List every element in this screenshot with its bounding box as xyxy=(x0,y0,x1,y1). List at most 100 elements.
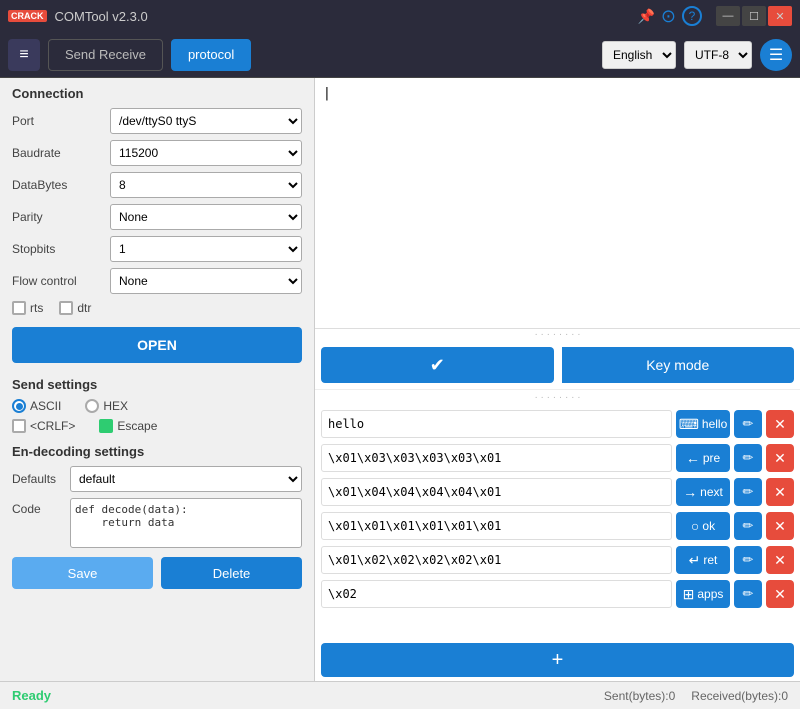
parity-row: Parity None xyxy=(0,201,314,233)
crlf-escape-row: <CRLF> Escape xyxy=(0,416,314,436)
shortcut-label-btn-ret[interactable]: ↵ret xyxy=(676,546,730,574)
shortcut-edit-button[interactable]: ✏ xyxy=(734,580,762,608)
maximize-button[interactable]: ☐ xyxy=(742,6,766,26)
tab-send-receive[interactable]: Send Receive xyxy=(48,39,163,71)
shortcut-input[interactable] xyxy=(321,478,672,506)
send-settings-section: Send settings ASCII HEX <CRLF> E xyxy=(0,371,314,436)
shortcut-edit-button[interactable]: ✏ xyxy=(734,546,762,574)
shortcut-label-btn-next[interactable]: →next xyxy=(676,478,730,506)
escape-radio-label[interactable]: Escape xyxy=(99,419,157,433)
shortcut-input[interactable] xyxy=(321,512,672,540)
language-select[interactable]: English 中文 xyxy=(602,41,676,69)
crlf-checkbox[interactable] xyxy=(12,419,26,433)
add-shortcut-button[interactable]: + xyxy=(321,643,794,677)
shortcut-label-btn-apps[interactable]: ⊞apps xyxy=(676,580,730,608)
right-panel: | · · · · · · · · ✔ Key mode · · · · · ·… xyxy=(315,78,800,681)
minimize-button[interactable]: — xyxy=(716,6,740,26)
shortcut-edit-button[interactable]: ✏ xyxy=(734,512,762,540)
dtr-checkbox-label[interactable]: dtr xyxy=(59,301,91,315)
port-select[interactable]: /dev/ttyS0 ttyS xyxy=(110,108,302,134)
shortcut-input[interactable] xyxy=(321,444,672,472)
action-row: ✔ Key mode xyxy=(315,341,800,390)
shortcut-delete-button[interactable]: ✕ xyxy=(766,478,794,506)
divider-dots-top: · · · · · · · · xyxy=(315,329,800,341)
encoding-select[interactable]: UTF-8 GBK ASCII xyxy=(684,41,752,69)
help-icon[interactable]: ? xyxy=(682,6,702,26)
code-textarea[interactable]: def decode(data): return data xyxy=(70,498,302,548)
shortcut-delete-button[interactable]: ✕ xyxy=(766,580,794,608)
hex-radio-label[interactable]: HEX xyxy=(85,399,128,413)
shortcut-row: ○ok✏✕ xyxy=(321,509,794,543)
divider-dots-bottom: · · · · · · · · xyxy=(315,390,800,405)
shortcut-edit-button[interactable]: ✏ xyxy=(734,478,762,506)
shortcut-input[interactable] xyxy=(321,410,672,438)
shortcut-label-btn-hello[interactable]: ⌨hello xyxy=(676,410,730,438)
shortcut-input[interactable] xyxy=(321,546,672,574)
save-button[interactable]: Save xyxy=(12,557,153,589)
status-received: Received(bytes):0 xyxy=(691,689,788,703)
parity-label: Parity xyxy=(12,210,102,224)
endecode-section-title: En-decoding settings xyxy=(0,436,314,463)
receive-textarea[interactable]: | xyxy=(315,78,800,329)
left-panel: Connection Port /dev/ttyS0 ttyS Baudrate… xyxy=(0,78,315,681)
shortcut-delete-button[interactable]: ✕ xyxy=(766,546,794,574)
rts-checkbox[interactable] xyxy=(12,301,26,315)
databytes-select[interactable]: 8 xyxy=(110,172,302,198)
defaults-select[interactable]: default xyxy=(70,466,302,492)
titlebar-icons: 📌 ⊙ ? xyxy=(637,6,702,27)
status-sent: Sent(bytes):0 xyxy=(604,689,675,703)
send-settings-title: Send settings xyxy=(0,371,314,396)
shortcut-edit-button[interactable]: ✏ xyxy=(734,444,762,472)
statusbar: Ready Sent(bytes):0 Received(bytes):0 xyxy=(0,681,800,709)
rts-label: rts xyxy=(30,301,43,315)
shortcut-label-btn-pre[interactable]: ←pre xyxy=(676,444,730,472)
delete-button[interactable]: Delete xyxy=(161,557,302,589)
settings-button[interactable]: ☰ xyxy=(760,39,792,71)
ascii-radio-label[interactable]: ASCII xyxy=(12,399,61,413)
ascii-radio[interactable] xyxy=(12,399,26,413)
shortcut-delete-button[interactable]: ✕ xyxy=(766,410,794,438)
shortcut-edit-button[interactable]: ✏ xyxy=(734,410,762,438)
menu-button[interactable]: ≡ xyxy=(8,39,40,71)
dtr-checkbox[interactable] xyxy=(59,301,73,315)
titlebar: CRACK COMTool v2.3.0 📌 ⊙ ? — ☐ ✕ xyxy=(0,0,800,32)
crlf-radio-label[interactable]: <CRLF> xyxy=(12,419,75,433)
open-button[interactable]: OPEN xyxy=(12,327,302,363)
port-row: Port /dev/ttyS0 ttyS xyxy=(0,105,314,137)
github-icon[interactable]: ⊙ xyxy=(661,6,676,27)
shortcut-row: ⊞apps✏✕ xyxy=(321,577,794,611)
escape-label: Escape xyxy=(117,419,157,433)
pin-icon[interactable]: 📌 xyxy=(637,8,654,25)
flow-select[interactable]: None xyxy=(110,268,302,294)
shortcut-input[interactable] xyxy=(321,580,672,608)
hex-radio[interactable] xyxy=(85,399,99,413)
key-mode-button[interactable]: Key mode xyxy=(562,347,795,383)
parity-select[interactable]: None xyxy=(110,204,302,230)
main-area: Connection Port /dev/ttyS0 ttyS Baudrate… xyxy=(0,78,800,681)
stopbits-select[interactable]: 1 xyxy=(110,236,302,262)
code-label: Code xyxy=(12,498,62,516)
shortcut-row: →next✏✕ xyxy=(321,475,794,509)
close-button[interactable]: ✕ xyxy=(768,6,792,26)
endecode-section: En-decoding settings Defaults default Co… xyxy=(0,436,314,595)
escape-checkbox[interactable] xyxy=(99,419,113,433)
baudrate-select[interactable]: 115200 xyxy=(110,140,302,166)
dtr-label: dtr xyxy=(77,301,91,315)
databytes-row: DataBytes 8 xyxy=(0,169,314,201)
hex-label: HEX xyxy=(103,399,128,413)
window-controls: — ☐ ✕ xyxy=(716,6,792,26)
defaults-row: Defaults default xyxy=(0,463,314,495)
shortcut-delete-button[interactable]: ✕ xyxy=(766,444,794,472)
shortcut-label-btn-ok[interactable]: ○ok xyxy=(676,512,730,540)
tab-protocol[interactable]: protocol xyxy=(171,39,251,71)
app-logo: CRACK xyxy=(8,10,47,22)
shortcut-delete-button[interactable]: ✕ xyxy=(766,512,794,540)
save-delete-row: Save Delete xyxy=(0,551,314,595)
send-button[interactable]: ✔ xyxy=(321,347,554,383)
ascii-label: ASCII xyxy=(30,399,61,413)
flow-row: Flow control None xyxy=(0,265,314,297)
rts-checkbox-label[interactable]: rts xyxy=(12,301,43,315)
port-label: Port xyxy=(12,114,102,128)
ascii-hex-row: ASCII HEX xyxy=(0,396,314,416)
baudrate-label: Baudrate xyxy=(12,146,102,160)
